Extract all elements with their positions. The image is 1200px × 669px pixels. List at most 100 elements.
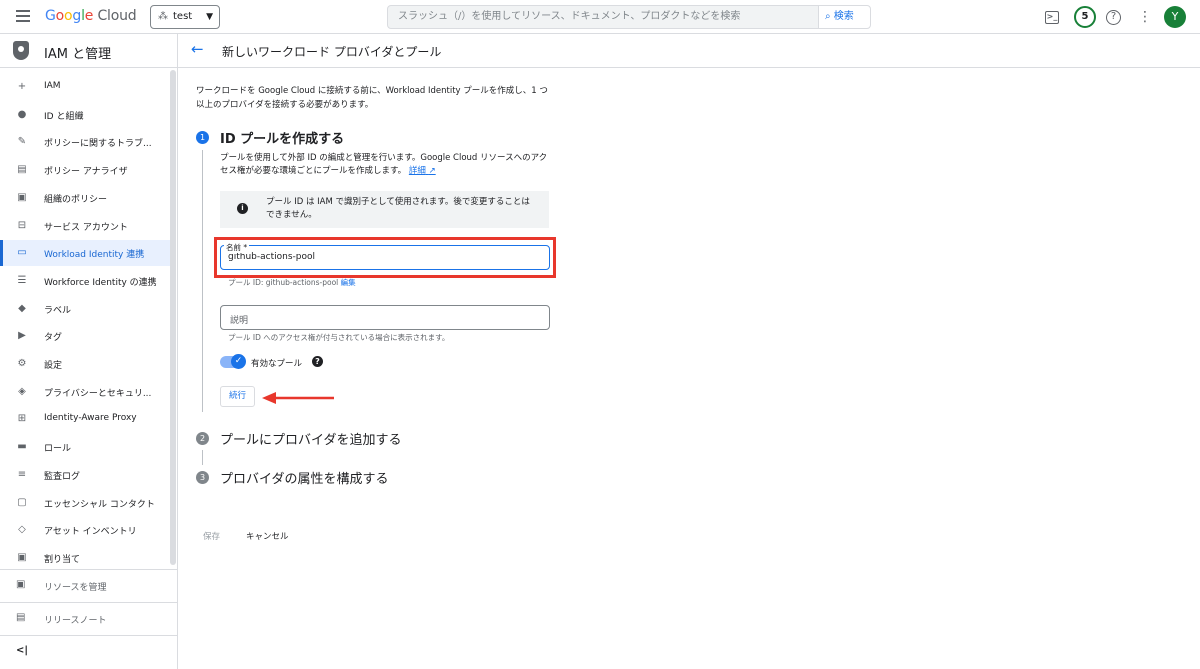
step-1-description: プールを使用して外部 ID の編成と管理を行います。Google Cloud リ… — [220, 152, 555, 178]
sidebar-item[interactable]: ● ID と組織 — [0, 102, 170, 128]
inventory-icon: ◇ — [18, 524, 26, 536]
sidebar-item-label: ロール — [44, 444, 72, 455]
audit-log-icon: ≡ — [17, 468, 27, 480]
details-link-label: 詳細 — [408, 166, 426, 176]
release-notes-icon: ▤ — [16, 612, 26, 623]
sidebar-item-label: 組織のポリシー — [44, 194, 108, 205]
sidebar-item[interactable]: ◈ プライバシーとセキュリ... — [0, 379, 170, 405]
list-icon: ☰ — [17, 274, 27, 286]
google-cloud-logo[interactable]: Google Cloud — [45, 8, 137, 24]
description-field[interactable]: 説明 — [220, 305, 550, 330]
workload-identity-icon: ▭ — [17, 247, 27, 259]
pool-id-text: プール ID: github-actions-pool — [228, 278, 339, 287]
continue-button[interactable]: 続行 — [220, 386, 255, 407]
save-button[interactable]: 保存 — [203, 530, 220, 542]
description-placeholder: 説明 — [230, 316, 249, 326]
logo-cloud: Cloud — [93, 8, 137, 24]
sidebar-item[interactable]: ▣ 組織のポリシー — [0, 185, 170, 211]
project-name: test — [173, 11, 193, 22]
sidebar-scrollbar[interactable] — [170, 70, 176, 565]
folder-settings-icon: ▣ — [16, 579, 26, 590]
sidebar-item-label: サービス アカウント — [44, 222, 128, 233]
document-icon: ▣ — [17, 191, 27, 203]
sidebar-item[interactable]: ⊟ サービス アカウント — [0, 213, 170, 239]
sidebar: IAM と管理 + IAM ● ID と組織 ✎ ポリシーに関するトラブ... ▤ ポリシー … — [0, 34, 178, 669]
annotation-arrow — [262, 392, 334, 404]
details-link[interactable]: 詳細 ↗ — [409, 166, 436, 176]
sidebar-item-label: Workforce Identity の連携 — [44, 277, 157, 288]
step-1-title: ID プールを作成する — [220, 132, 345, 147]
step-connector — [202, 150, 203, 412]
info-text: プール ID は IAM で識別子として使用されます。後で変更することはできませ… — [266, 197, 530, 220]
search-button[interactable]: ⌕ 検索 — [818, 5, 871, 29]
enabled-pool-toggle[interactable]: ✓ — [220, 354, 246, 369]
sidebar-item[interactable]: ▭ Workload Identity 連携 — [0, 240, 170, 267]
collapse-sidebar-button[interactable]: <| — [0, 635, 178, 669]
sidebar-item-label: 設定 — [44, 361, 63, 371]
menu-icon[interactable] — [16, 10, 30, 22]
avatar[interactable]: Y — [1164, 6, 1186, 28]
sidebar-item[interactable]: ⚙ 設定 — [0, 351, 170, 377]
sidebar-item[interactable]: ▢ エッセンシャル コンタクト — [0, 490, 170, 516]
sidebar-item[interactable]: ▶ タグ — [0, 323, 170, 349]
back-arrow-icon[interactable]: ← — [191, 40, 204, 58]
notifications-badge[interactable]: 5 — [1074, 6, 1096, 28]
description-text: プールを使用して外部 ID の編成と管理を行います。Google Cloud リ… — [220, 153, 548, 176]
sidebar-item[interactable]: ▬ ロール — [0, 434, 170, 460]
sidebar-item-label: IAM — [44, 81, 61, 91]
project-icon: ⁂ — [158, 11, 168, 22]
sidebar-item-label: ポリシー アナライザ — [44, 167, 128, 178]
quota-icon: ▣ — [17, 551, 27, 563]
page-header: ← 新しいワークロード プロバイダとプール — [178, 34, 1200, 68]
sidebar-item-release-notes[interactable]: ▤ リリースノート — [0, 602, 178, 635]
proxy-icon: ⊞ — [17, 413, 27, 425]
sidebar-item-label: プライバシーとセキュリ... — [44, 388, 152, 399]
name-field-label: 名前 * — [224, 242, 250, 253]
sidebar-item[interactable]: ≡ 監査ログ — [0, 462, 170, 488]
sidebar-item[interactable]: ⊞ Identity-Aware Proxy — [0, 406, 170, 432]
sidebar-item[interactable]: + IAM — [0, 74, 170, 100]
search-input[interactable]: スラッシュ（/）を使用してリソース、ドキュメント、プロダクトなどを検索 — [387, 5, 819, 29]
sidebar-item-label: リソースを管理 — [44, 583, 107, 593]
logo-letter: g — [72, 8, 82, 24]
sidebar-item[interactable]: ◆ ラベル — [0, 296, 170, 322]
sidebar-item[interactable]: ✎ ポリシーに関するトラブ... — [0, 129, 170, 155]
more-vert-icon[interactable]: ⋮ — [1136, 8, 1154, 26]
edit-pool-id-link[interactable]: 編集 — [341, 278, 356, 287]
sidebar-item[interactable]: ☰ Workforce Identity の連携 — [0, 268, 170, 294]
account-circle-icon: ● — [17, 108, 27, 120]
contact-icon: ▢ — [17, 496, 27, 508]
tag-icon: ◆ — [18, 302, 26, 314]
sidebar-item[interactable]: ◇ アセット インベントリ — [0, 517, 170, 543]
step-3-title[interactable]: プロバイダの属性を構成する — [220, 468, 388, 487]
sidebar-title: IAM と管理 — [44, 47, 112, 62]
sidebar-item-label: Identity-Aware Proxy — [44, 413, 137, 424]
iam-shield-icon — [13, 41, 29, 60]
sidebar-item-label: Workload Identity 連携 — [44, 250, 145, 261]
sidebar-item-label: タグ — [44, 333, 63, 344]
pool-id-hint: プール ID: github-actions-pool 編集 — [228, 277, 356, 288]
name-field[interactable]: github-actions-pool — [220, 245, 550, 270]
project-selector[interactable]: ⁂ test ▼ — [150, 5, 220, 29]
help-circle-icon[interactable]: ? — [312, 356, 323, 367]
shield-icon: ◈ — [18, 385, 26, 397]
sidebar-item-label: アセット インベントリ — [44, 527, 137, 538]
help-icon[interactable]: ? — [1106, 10, 1121, 25]
search-button-label: 検索 — [833, 11, 854, 22]
sidebar-item[interactable]: ▣ 割り当て — [0, 545, 170, 571]
sidebar-item-label: ID と組織 — [44, 111, 84, 122]
sidebar-header: IAM と管理 — [0, 34, 178, 68]
step-2-title[interactable]: プールにプロバイダを追加する — [220, 429, 401, 448]
cancel-button[interactable]: キャンセル — [246, 530, 289, 542]
external-link-icon: ↗ — [428, 166, 436, 176]
cloud-shell-icon[interactable]: >_ — [1045, 11, 1059, 24]
person-add-icon: + — [17, 81, 27, 92]
wrench-icon: ✎ — [17, 136, 27, 148]
intro-text: ワークロードを Google Cloud に接続する前に、Workload Id… — [196, 86, 548, 110]
sidebar-item-manage-resources[interactable]: ▣ リソースを管理 — [0, 569, 178, 602]
sidebar-item[interactable]: ▤ ポリシー アナライザ — [0, 157, 170, 183]
check-icon: ✓ — [231, 354, 246, 369]
logo-letter: e — [84, 8, 94, 24]
info-banner: i プール ID は IAM で識別子として使用されます。後で変更することはでき… — [220, 191, 549, 228]
sidebar-item-label: 監査ログ — [44, 471, 81, 482]
